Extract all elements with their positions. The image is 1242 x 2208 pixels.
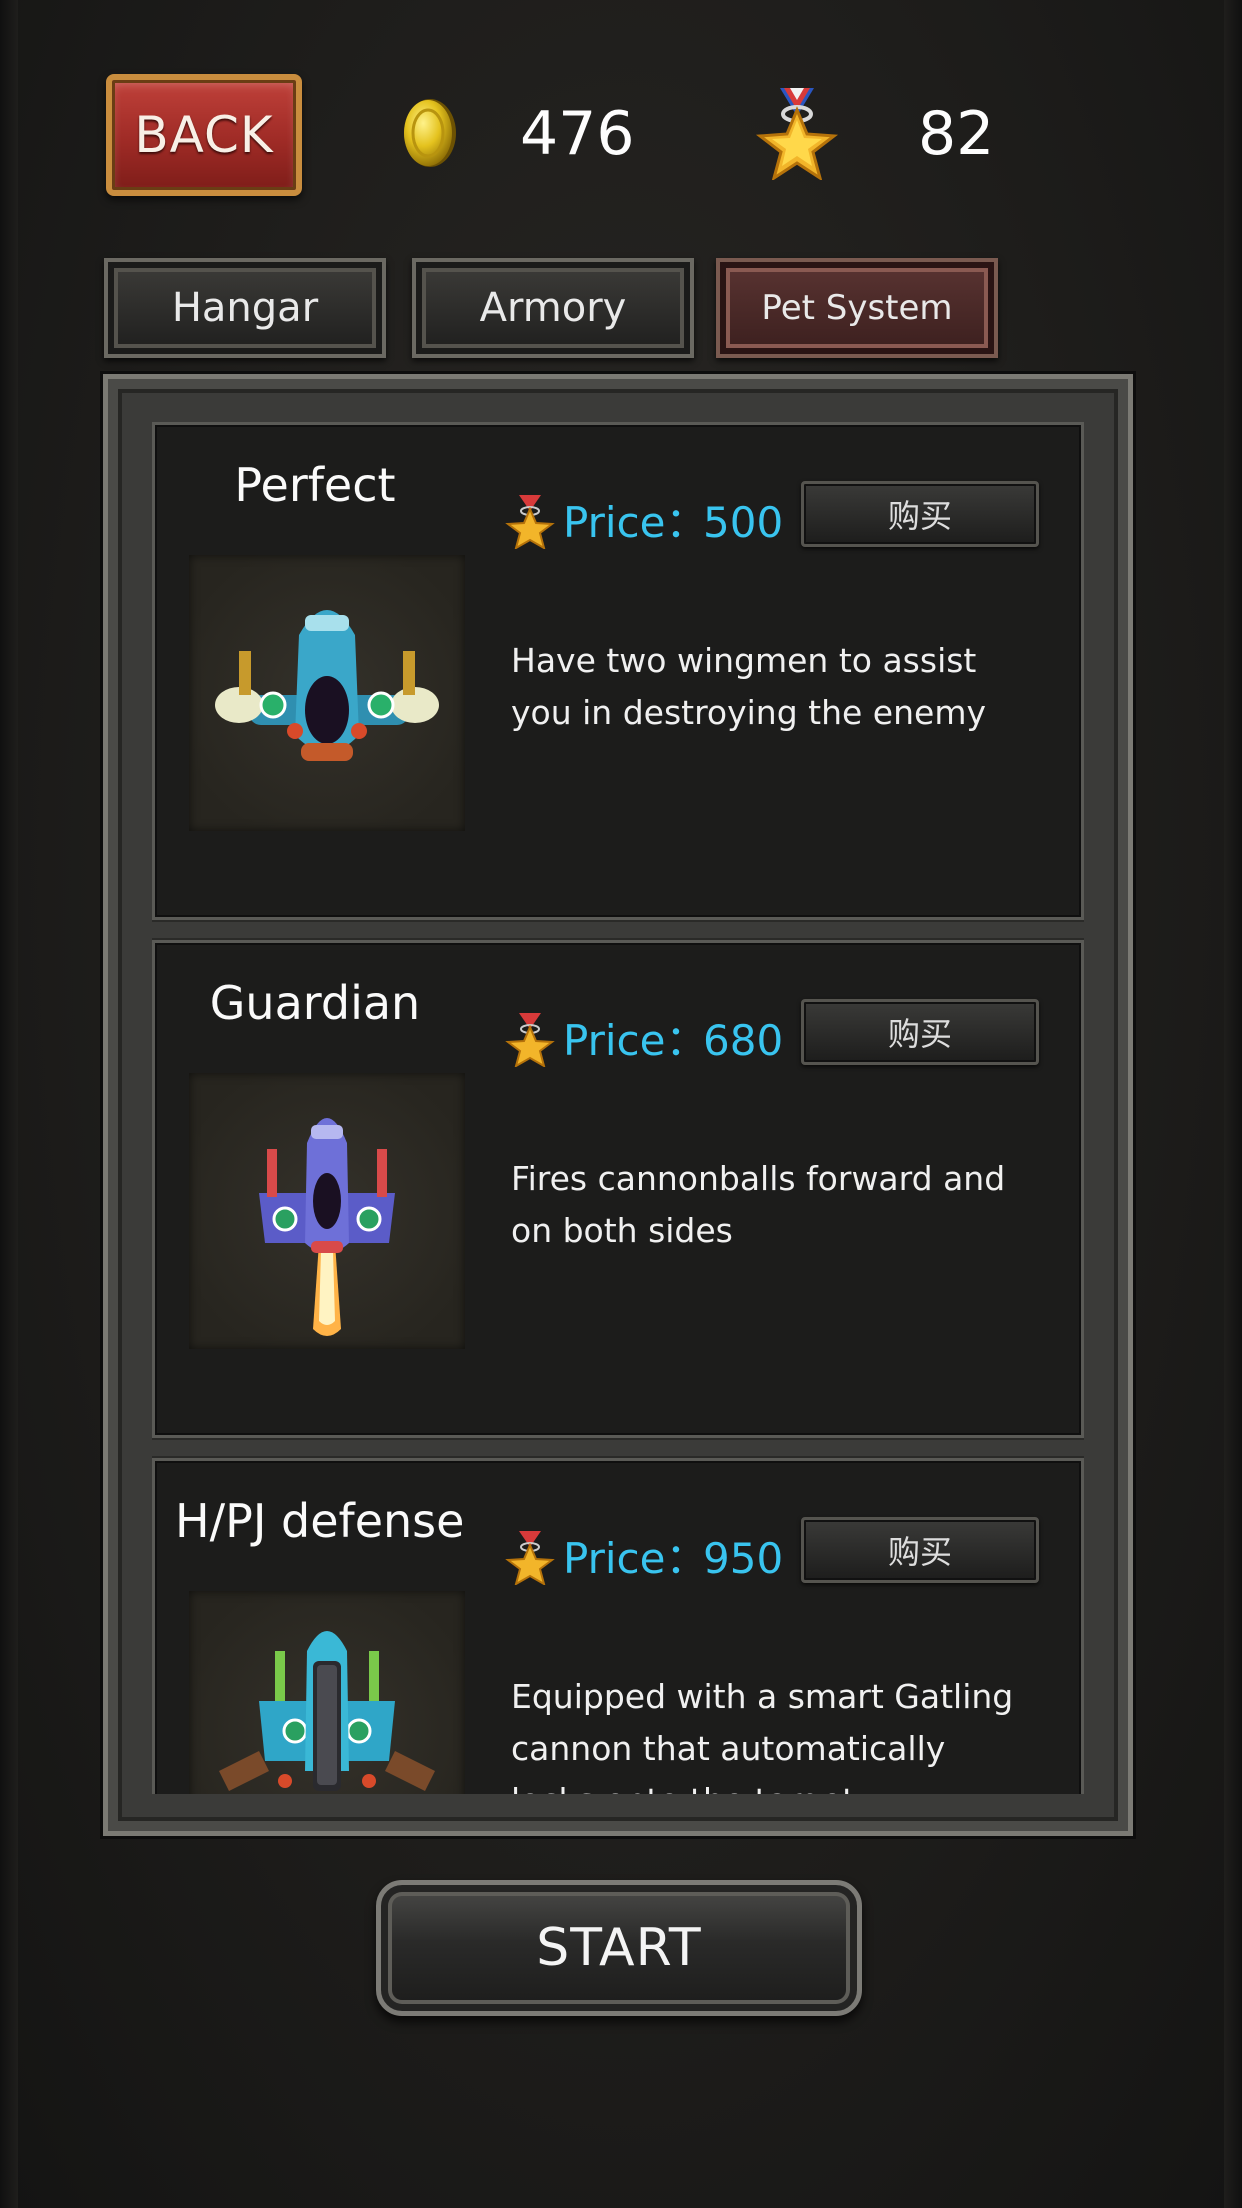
pet-description: Equipped with a smart Gatling cannon tha… bbox=[511, 1677, 1014, 1794]
right-edge-decor bbox=[1224, 0, 1242, 2208]
left-edge-decor bbox=[0, 0, 18, 2208]
price-value: 500 bbox=[703, 498, 784, 547]
tab-hangar[interactable]: Hangar bbox=[104, 258, 386, 358]
pet-list[interactable]: Perfect Price： 500 购买 Have two wingmen t… bbox=[152, 422, 1084, 1794]
tab-pet-system[interactable]: Pet System bbox=[716, 258, 998, 358]
start-button[interactable]: START bbox=[376, 1880, 862, 2016]
medal-count: 82 bbox=[918, 99, 995, 169]
price-label: Price： bbox=[563, 498, 708, 547]
buy-button[interactable]: 购买 bbox=[801, 1517, 1039, 1583]
price-value: 680 bbox=[703, 1016, 784, 1065]
pet-name: Perfect bbox=[234, 458, 396, 512]
back-button[interactable]: BACK bbox=[106, 74, 302, 196]
pet-card-perfect: Perfect Price： 500 购买 Have two wingmen t… bbox=[152, 422, 1084, 920]
coin-count: 476 bbox=[520, 99, 635, 169]
star-medal-icon bbox=[505, 495, 555, 551]
pet-card-hpj-defense: H/PJ defense Price： 950 购买 Equipped with… bbox=[152, 1458, 1084, 1794]
star-medal-icon bbox=[754, 86, 840, 182]
plane-defense-icon bbox=[189, 1591, 465, 1794]
plane-perfect-icon bbox=[189, 555, 465, 831]
star-medal-icon bbox=[505, 1531, 555, 1587]
pet-description: Have two wingmen to assist you in destro… bbox=[511, 641, 987, 732]
price-label: Price： bbox=[563, 1534, 708, 1583]
game-screen: BACK 476 82 Hangar Armory Pet System Per… bbox=[0, 0, 1242, 2208]
price-label: Price： bbox=[563, 1016, 708, 1065]
pet-name: Guardian bbox=[209, 976, 421, 1030]
gold-coin-icon bbox=[400, 96, 460, 170]
tab-armory[interactable]: Armory bbox=[412, 258, 694, 358]
pet-description: Fires cannonballs forward and on both si… bbox=[511, 1159, 1006, 1250]
pet-card-guardian: Guardian Price： 680 购买 Fires cannonballs… bbox=[152, 940, 1084, 1438]
star-medal-icon bbox=[505, 1013, 555, 1069]
pet-name: H/PJ defense bbox=[175, 1494, 465, 1548]
buy-button[interactable]: 购买 bbox=[801, 999, 1039, 1065]
plane-guardian-icon bbox=[189, 1073, 465, 1349]
buy-button[interactable]: 购买 bbox=[801, 481, 1039, 547]
price-value: 950 bbox=[703, 1534, 784, 1583]
